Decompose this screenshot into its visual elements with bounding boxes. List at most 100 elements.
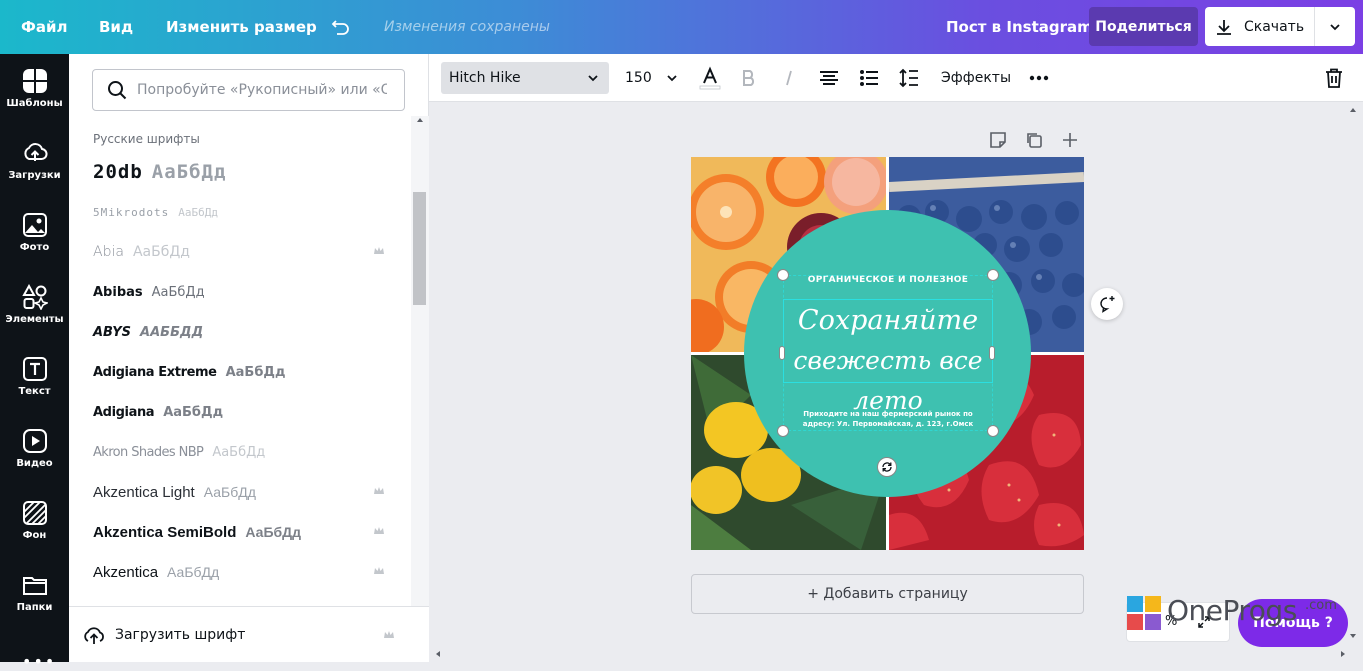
delete-button[interactable]: [1325, 54, 1343, 102]
comment-button[interactable]: [1091, 288, 1123, 320]
rail-elements[interactable]: Элементы: [0, 284, 69, 344]
rail-background[interactable]: Фон: [0, 500, 69, 560]
more-icon: [1029, 75, 1049, 81]
spacing-button[interactable]: [899, 54, 919, 102]
trash-icon: [1326, 68, 1342, 88]
scroll-right-icon[interactable]: [1339, 650, 1347, 658]
comment-add-icon: [1100, 296, 1115, 313]
font-item[interactable]: 20db АаБбДд: [93, 152, 393, 192]
duplicate-icon[interactable]: [1025, 131, 1043, 149]
chevron-down-icon[interactable]: [1329, 21, 1341, 33]
resize-handle[interactable]: [777, 425, 789, 437]
undo-icon: [331, 20, 349, 35]
bold-button[interactable]: [741, 54, 757, 102]
canvas-area: ОРГАНИЧЕСКОЕ И ПОЛЕЗНОЕ Сохраняйте свеже…: [429, 102, 1363, 662]
chevron-down-icon: [667, 75, 677, 82]
side-handle[interactable]: [779, 346, 785, 360]
panel-scrollbar[interactable]: [411, 116, 429, 662]
font-item[interactable]: Abia АаБбДд: [93, 232, 393, 272]
font-item[interactable]: Adigiana АаБбДд: [93, 392, 393, 432]
watermark-suffix: .com: [1305, 598, 1337, 613]
section-title: Русские шрифты: [93, 132, 200, 146]
photo-icon: [22, 213, 47, 237]
save-status: Изменения сохранены: [384, 19, 550, 35]
align-center-icon: [820, 71, 838, 85]
left-rail: Шаблоны Загрузки Фото Элементы Текст Вид…: [0, 54, 69, 671]
font-family-select[interactable]: Hitch Hike: [441, 54, 609, 102]
scroll-up-icon[interactable]: [416, 116, 424, 124]
crown-icon: [384, 631, 394, 638]
undo-button[interactable]: [330, 0, 352, 54]
rail-folders[interactable]: Папки: [0, 572, 69, 632]
text-color-button[interactable]: [699, 54, 721, 102]
divider: [1314, 7, 1315, 46]
rail-templates[interactable]: Шаблоны: [0, 68, 69, 128]
add-page-button[interactable]: + Добавить страницу: [691, 574, 1084, 614]
font-list: Русские шрифты 20db АаБбДд 5Mikrodots Аа…: [69, 124, 411, 606]
scroll-thumb[interactable]: [413, 192, 426, 305]
italic-button[interactable]: [781, 54, 797, 102]
resize-handle[interactable]: [987, 269, 999, 281]
text-color-icon: [699, 66, 721, 90]
note-icon[interactable]: [989, 131, 1007, 149]
chevron-down-icon: [588, 75, 598, 82]
rail-label: Фон: [22, 530, 47, 541]
font-item[interactable]: Abibas АаБбДд: [93, 272, 393, 312]
upload-font-row[interactable]: Загрузить шрифт: [69, 606, 429, 662]
font-search-box[interactable]: [92, 69, 405, 111]
font-item[interactable]: Akzentica АаБбДд: [93, 552, 393, 592]
effects-button[interactable]: Эффекты: [941, 54, 1011, 102]
download-icon: [1217, 19, 1231, 35]
upload-font-label: Загрузить шрифт: [115, 626, 246, 643]
align-button[interactable]: [819, 54, 839, 102]
download-button[interactable]: Скачать: [1205, 7, 1355, 46]
side-handle[interactable]: [989, 346, 995, 360]
text-icon: [22, 357, 47, 381]
rail-photos[interactable]: Фото: [0, 212, 69, 272]
file-menu[interactable]: Файл: [21, 0, 68, 54]
rail-label: Загрузки: [8, 170, 61, 181]
font-family-value: Hitch Hike: [449, 70, 521, 86]
text-toolbar: Hitch Hike 150 Эффекты: [429, 54, 1363, 102]
resize-handle[interactable]: [777, 269, 789, 281]
rail-uploads[interactable]: Загрузки: [0, 140, 69, 200]
font-item[interactable]: Akzentica SemiBold АаБбДд: [93, 512, 393, 552]
resize-handle[interactable]: [987, 425, 999, 437]
share-button[interactable]: Поделиться: [1089, 7, 1198, 46]
crown-icon: [374, 567, 384, 574]
design-page[interactable]: ОРГАНИЧЕСКОЕ И ПОЛЕЗНОЕ Сохраняйте свеже…: [691, 157, 1084, 550]
rail-video[interactable]: Видео: [0, 428, 69, 488]
rail-text[interactable]: Текст: [0, 356, 69, 416]
doc-type-label[interactable]: Пост в Instagram: [946, 0, 1093, 54]
crown-icon: [374, 247, 384, 254]
font-size-select[interactable]: 150: [625, 54, 678, 102]
group-selection: [783, 275, 993, 431]
view-menu[interactable]: Вид: [99, 0, 133, 54]
scroll-left-icon[interactable]: [434, 650, 442, 658]
elements-icon: [21, 284, 48, 310]
top-bar: Файл Вид Изменить размер Изменения сохра…: [0, 0, 1363, 54]
upload-icon: [23, 143, 48, 161]
rail-label: Шаблоны: [6, 98, 63, 109]
list-button[interactable]: [859, 54, 879, 102]
scroll-up-icon[interactable]: [1349, 106, 1357, 114]
download-label: Скачать: [1244, 18, 1305, 35]
rail-label: Элементы: [5, 314, 64, 325]
font-item[interactable]: Akzentica Light АаБбДд: [93, 472, 393, 512]
crown-icon: [374, 527, 384, 534]
rail-label: Фото: [19, 242, 50, 253]
background-icon: [22, 501, 47, 525]
font-item[interactable]: Adigiana Extreme АаБбДд: [93, 352, 393, 392]
list-icon: [860, 70, 878, 86]
italic-icon: [786, 70, 792, 86]
resize-menu[interactable]: Изменить размер: [166, 0, 317, 54]
font-search-input[interactable]: [137, 82, 387, 98]
templates-icon: [22, 69, 47, 93]
font-item[interactable]: Akron Shades NBP АаБбДд: [93, 432, 393, 472]
font-item[interactable]: ABYS ААББДД: [93, 312, 393, 352]
scroll-down-icon[interactable]: [1349, 632, 1357, 640]
rotate-handle[interactable]: [877, 457, 897, 477]
more-options-button[interactable]: [1029, 54, 1049, 102]
add-icon[interactable]: [1061, 131, 1079, 149]
font-item[interactable]: 5Mikrodots АаБбДд: [93, 192, 393, 232]
